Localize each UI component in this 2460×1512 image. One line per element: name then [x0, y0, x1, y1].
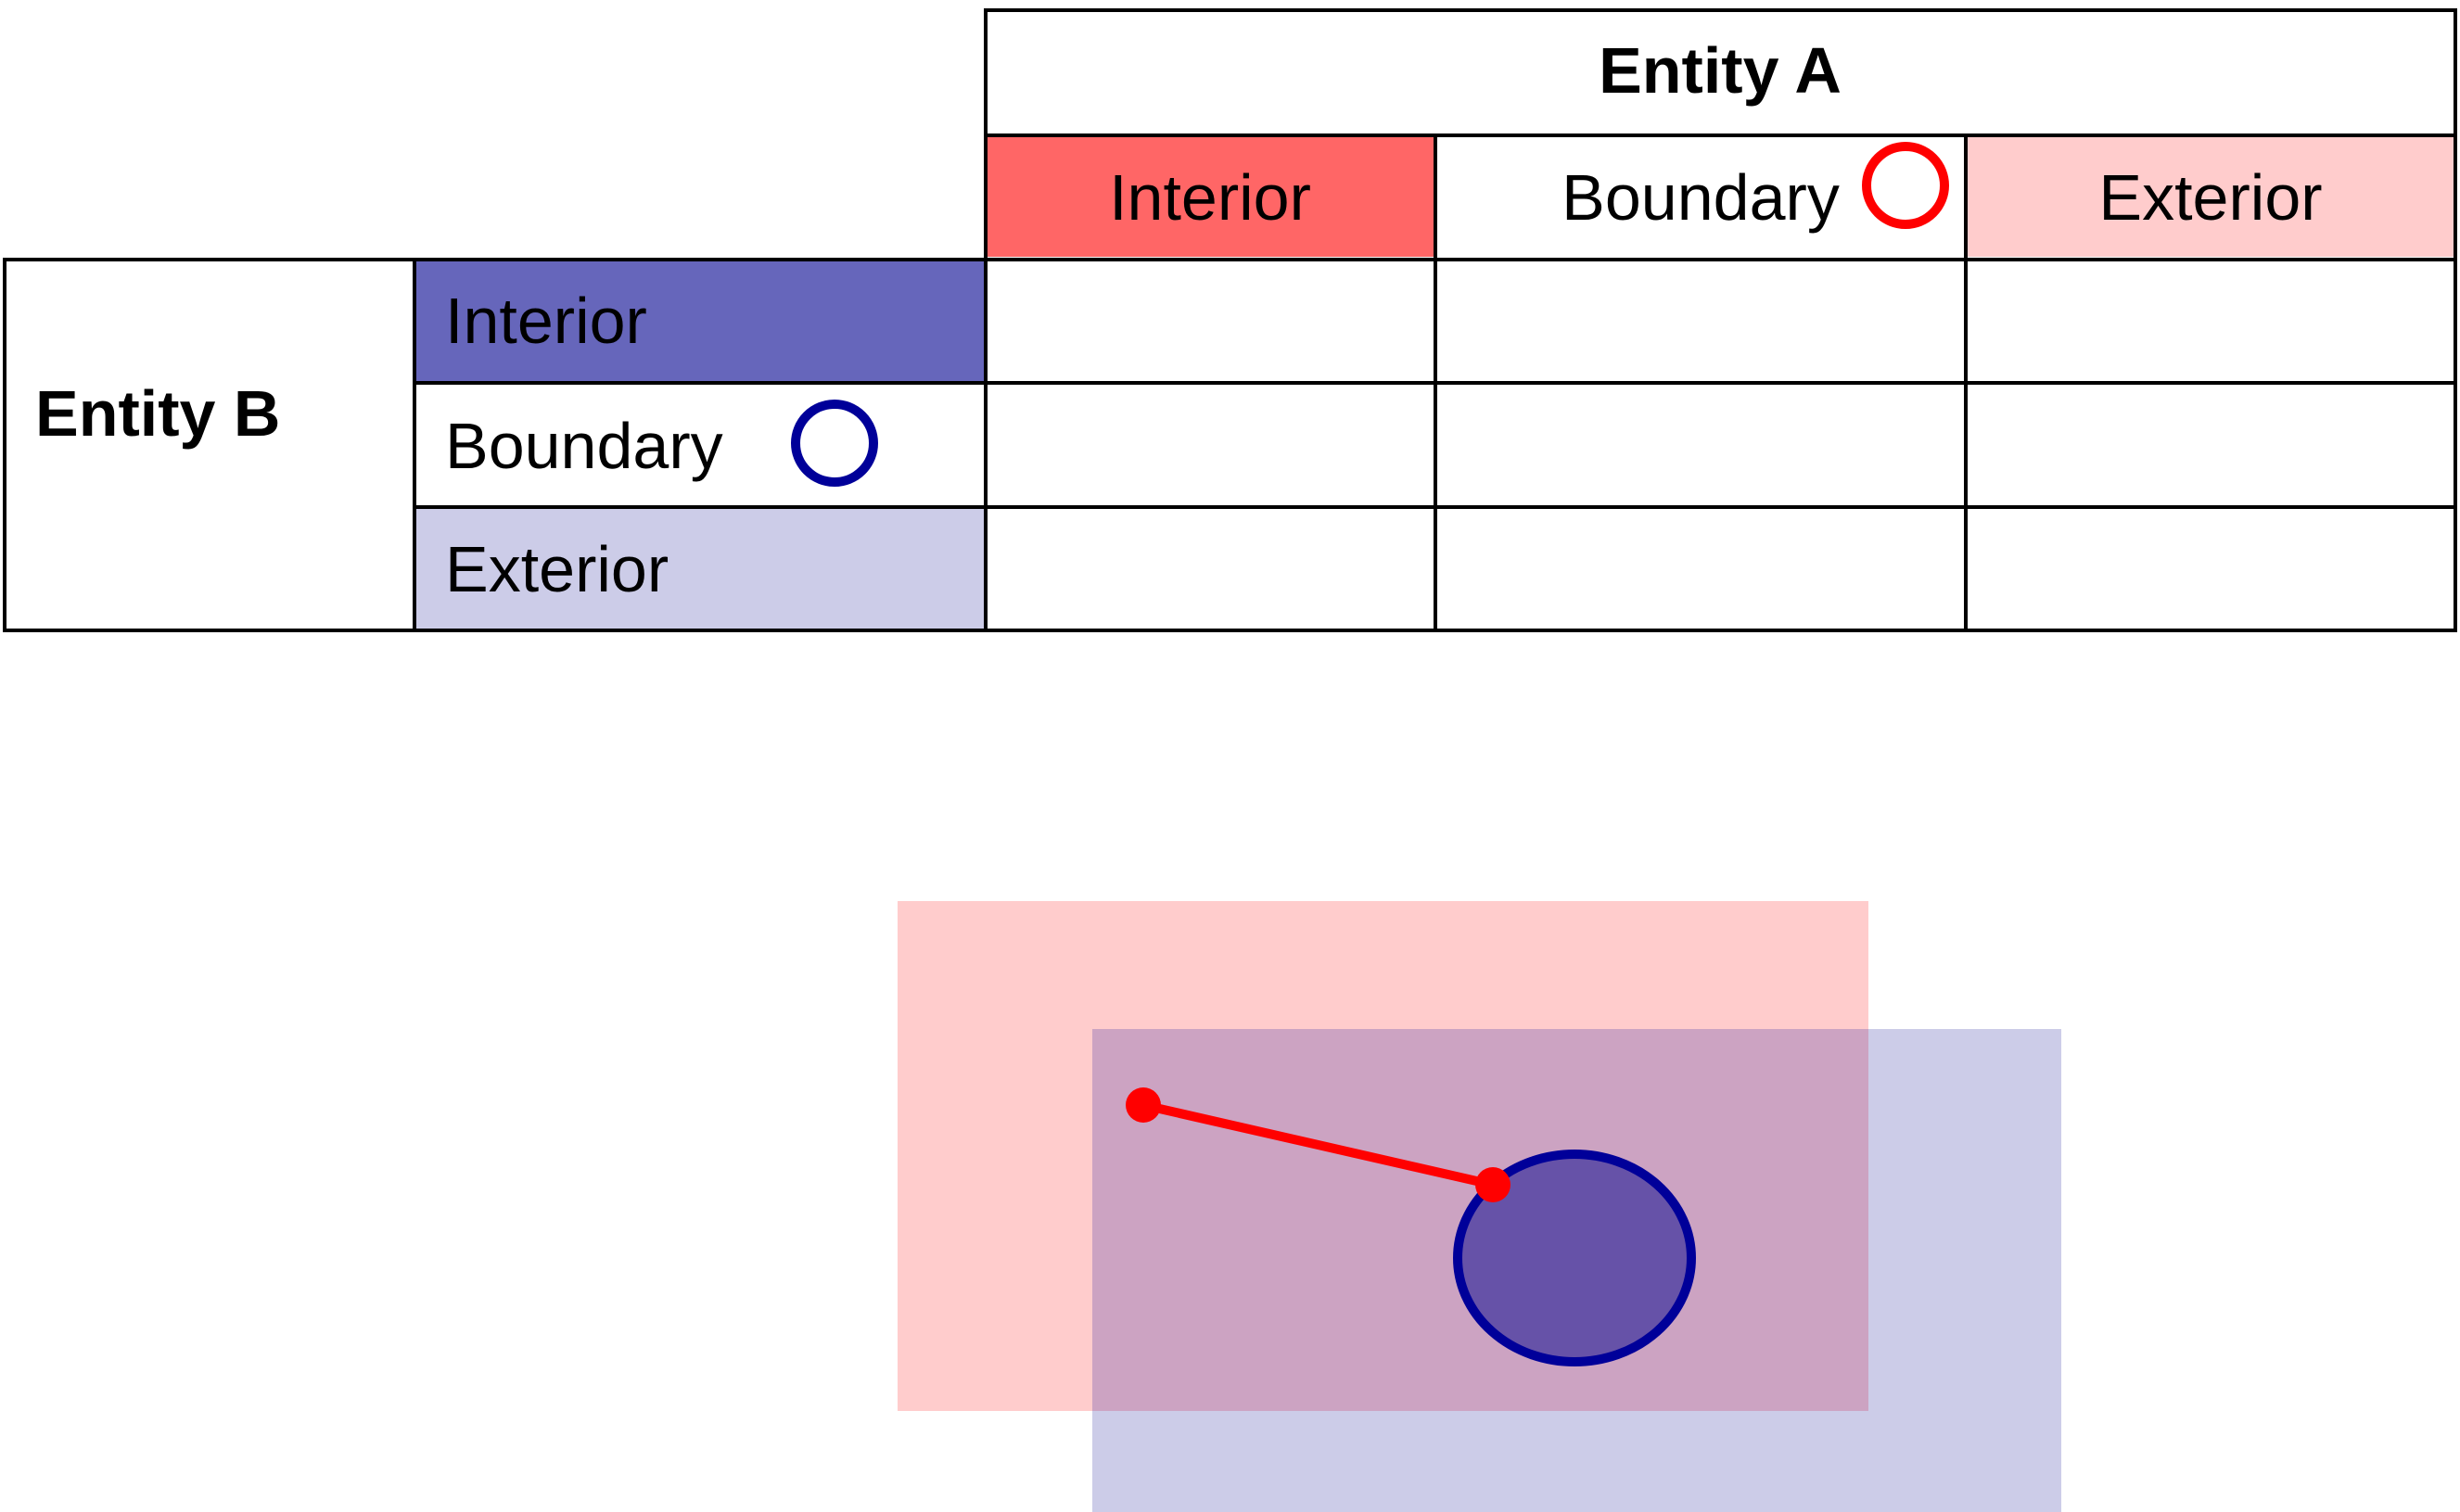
entity-a-line-end-point: [1475, 1167, 1510, 1202]
spatial-relation-illustration: [898, 901, 2061, 1512]
entity-a-line-start-point: [1126, 1087, 1161, 1123]
